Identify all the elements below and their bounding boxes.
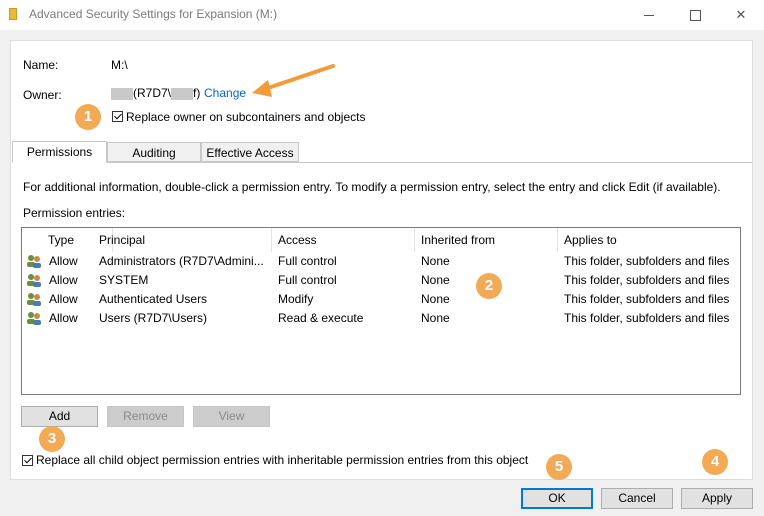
info-text: For additional information, double-click… [23,180,721,194]
permission-entries-list[interactable]: Type Principal Access Inherited from App… [21,227,741,395]
title-bar: Advanced Security Settings for Expansion… [0,0,764,30]
cell-type: Allow [49,311,78,325]
redacted-username [111,87,133,100]
users-icon [27,274,41,287]
apply-button[interactable]: Apply [681,488,753,509]
redacted-owner [171,87,194,100]
step-badge-5: 5 [546,454,572,480]
tab-effective-access[interactable]: Effective Access [201,142,299,162]
step-badge-2: 2 [476,273,502,299]
cell-applies-to: This folder, subfolders and files [564,254,730,268]
step-badge-3: 3 [39,426,65,452]
window-title: Advanced Security Settings for Expansion… [29,7,278,21]
add-button[interactable]: Add [21,406,98,427]
view-button[interactable]: View [193,406,270,427]
maximize-button[interactable] [672,0,718,30]
cell-inherited-from: None [421,254,450,268]
ok-button[interactable]: OK [521,488,593,509]
minimize-icon [644,15,654,17]
cell-applies-to: This folder, subfolders and files [564,311,730,325]
close-icon: ✕ [735,7,747,22]
cell-access: Modify [278,292,314,306]
table-row[interactable]: Allow Authenticated Users Modify None Th… [22,290,740,309]
replace-owner-checkbox[interactable] [112,111,123,122]
column-header-principal[interactable]: Principal [93,228,272,252]
column-header-inherited-from[interactable]: Inherited from [415,228,558,252]
users-icon [27,312,41,325]
permission-entries-label: Permission entries: [23,206,126,220]
owner-domain: (R7D7\ [133,86,172,100]
column-header-access[interactable]: Access [272,228,415,252]
name-label: Name: [23,58,59,72]
cell-type: Allow [49,292,78,306]
users-icon [27,255,41,268]
cell-principal: Administrators (R7D7\Admini... [99,254,264,268]
remove-button[interactable]: Remove [107,406,184,427]
tab-permissions[interactable]: Permissions [12,141,107,163]
cell-principal: Users (R7D7\Users) [99,311,208,325]
table-row[interactable]: Allow Users (R7D7\Users) Read & execute … [22,309,740,328]
tab-auditing[interactable]: Auditing [107,142,201,162]
cell-principal: SYSTEM [99,273,149,287]
minimize-button[interactable] [626,0,672,30]
table-row[interactable]: Allow SYSTEM Full control None This fold… [22,271,740,290]
cell-access: Read & execute [278,311,364,325]
maximize-icon [689,10,701,22]
cell-access: Full control [278,254,337,268]
change-owner-link[interactable]: Change [204,86,246,100]
step-badge-1: 1 [75,104,101,130]
cell-inherited-from: None [421,311,450,325]
step-badge-4: 4 [702,449,728,475]
column-header-applies-to[interactable]: Applies to [558,228,740,252]
replace-child-permissions-checkbox[interactable] [22,455,33,466]
name-value: M:\ [111,58,128,72]
owner-value: (R7D7\ f) [111,86,200,100]
cell-principal: Authenticated Users [99,292,208,306]
owner-label: Owner: [23,88,62,102]
cell-type: Allow [49,273,78,287]
cell-applies-to: This folder, subfolders and files [564,292,730,306]
cell-access: Full control [278,273,337,287]
replace-owner-label: Replace owner on subcontainers and objec… [126,110,366,124]
cell-type: Allow [49,254,78,268]
cell-applies-to: This folder, subfolders and files [564,273,730,287]
users-icon [27,293,41,306]
folder-icon [9,8,17,20]
owner-end: f) [193,86,201,100]
close-button[interactable]: ✕ [718,0,764,30]
cancel-button[interactable]: Cancel [601,488,673,509]
table-row[interactable]: Allow Administrators (R7D7\Admini... Ful… [22,252,740,271]
replace-child-permissions-label: Replace all child object permission entr… [36,453,529,467]
